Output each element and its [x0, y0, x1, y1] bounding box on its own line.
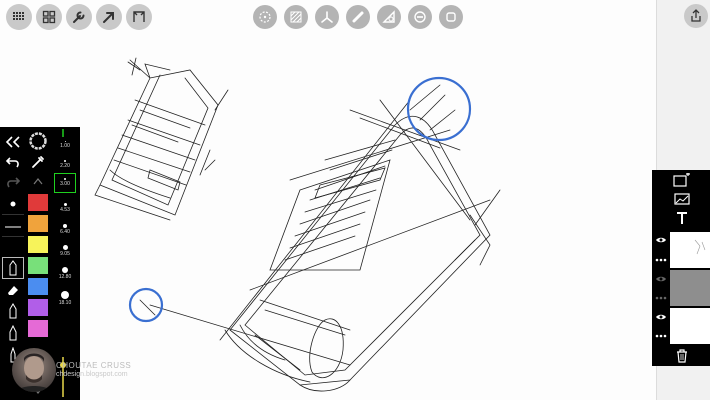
more-options-icon[interactable]: [654, 292, 668, 304]
add-layer-icon[interactable]: [672, 172, 692, 188]
size-option[interactable]: 18.10: [54, 291, 76, 306]
guide-circle-small: [128, 287, 164, 323]
collapse-icon[interactable]: [2, 133, 24, 151]
size-option[interactable]: 9.05: [54, 245, 76, 257]
redo-icon[interactable]: [2, 173, 24, 191]
avatar: [12, 348, 56, 392]
drawing-canvas[interactable]: [0, 0, 656, 400]
minus-circle-icon[interactable]: [408, 5, 432, 29]
ellipse-guide-icon[interactable]: [377, 5, 401, 29]
size-option[interactable]: 1.00: [54, 141, 76, 149]
guide-circle-large: [406, 76, 472, 142]
text-layer-icon[interactable]: [672, 210, 692, 226]
size-option[interactable]: 2.20: [54, 160, 76, 169]
dot-brush-icon[interactable]: [2, 193, 24, 215]
hatch-icon[interactable]: [284, 5, 308, 29]
color-swatch-purple[interactable]: [28, 299, 48, 316]
color-swatch-green[interactable]: [28, 257, 48, 274]
eyedropper-icon[interactable]: [28, 153, 48, 171]
gallery-icon[interactable]: [36, 4, 62, 30]
more-options-icon[interactable]: [654, 254, 668, 266]
pen-icon[interactable]: [2, 323, 24, 343]
eye-icon[interactable]: [654, 273, 668, 285]
layer-thumbnail-1[interactable]: [670, 232, 710, 268]
fullscreen-icon[interactable]: [126, 4, 152, 30]
marker-icon[interactable]: [2, 301, 24, 321]
color-swatch-red[interactable]: [28, 194, 48, 211]
arrow-icon[interactable]: [96, 4, 122, 30]
undo-icon[interactable]: [2, 153, 24, 171]
layer-thumbnail-3[interactable]: [670, 308, 710, 344]
size-option[interactable]: 4.53: [54, 203, 76, 213]
symmetry-icon[interactable]: [253, 5, 277, 29]
size-option[interactable]: 6.40: [54, 224, 76, 235]
image-layer-icon[interactable]: [672, 192, 692, 206]
watermark: CHOUTAE CRUSS chdesign.blogspot.com: [12, 348, 162, 394]
line-brush-icon[interactable]: [2, 217, 24, 237]
color-swatch-magenta[interactable]: [28, 320, 48, 337]
watermark-name: CHOUTAE CRUSS: [56, 361, 132, 370]
color-swatch-yellow[interactable]: [28, 236, 48, 253]
stop-icon[interactable]: [439, 5, 463, 29]
size-option-selected[interactable]: 3.00: [54, 173, 76, 193]
perspective-icon[interactable]: [315, 5, 339, 29]
grid-menu-icon[interactable]: [6, 4, 32, 30]
blank-brush-icon[interactable]: [2, 239, 24, 257]
sketch-layer: [94, 57, 501, 392]
more-options-icon[interactable]: [654, 330, 668, 342]
share-icon[interactable]: [684, 4, 708, 28]
chevron-up-icon[interactable]: [28, 175, 48, 187]
size-option[interactable]: 12.80: [54, 267, 76, 280]
layer-thumbnail-2[interactable]: [670, 270, 710, 306]
app-window: 1.00 2.20 3.00 4.53 6.40 9.05 12.80 18.1…: [0, 0, 710, 400]
wrench-icon[interactable]: [66, 4, 92, 30]
color-swatch-blue[interactable]: [28, 278, 48, 295]
color-swatch-orange[interactable]: [28, 215, 48, 232]
ruler-icon[interactable]: [346, 5, 370, 29]
eraser-icon[interactable]: [2, 281, 24, 299]
eye-icon[interactable]: [654, 234, 668, 246]
trash-icon[interactable]: [674, 348, 690, 364]
color-wheel-icon[interactable]: [28, 131, 48, 151]
pencil-icon[interactable]: [2, 257, 24, 279]
layers-panel: [652, 170, 710, 366]
eye-icon[interactable]: [654, 311, 668, 323]
watermark-url: chdesign.blogspot.com: [56, 371, 128, 378]
